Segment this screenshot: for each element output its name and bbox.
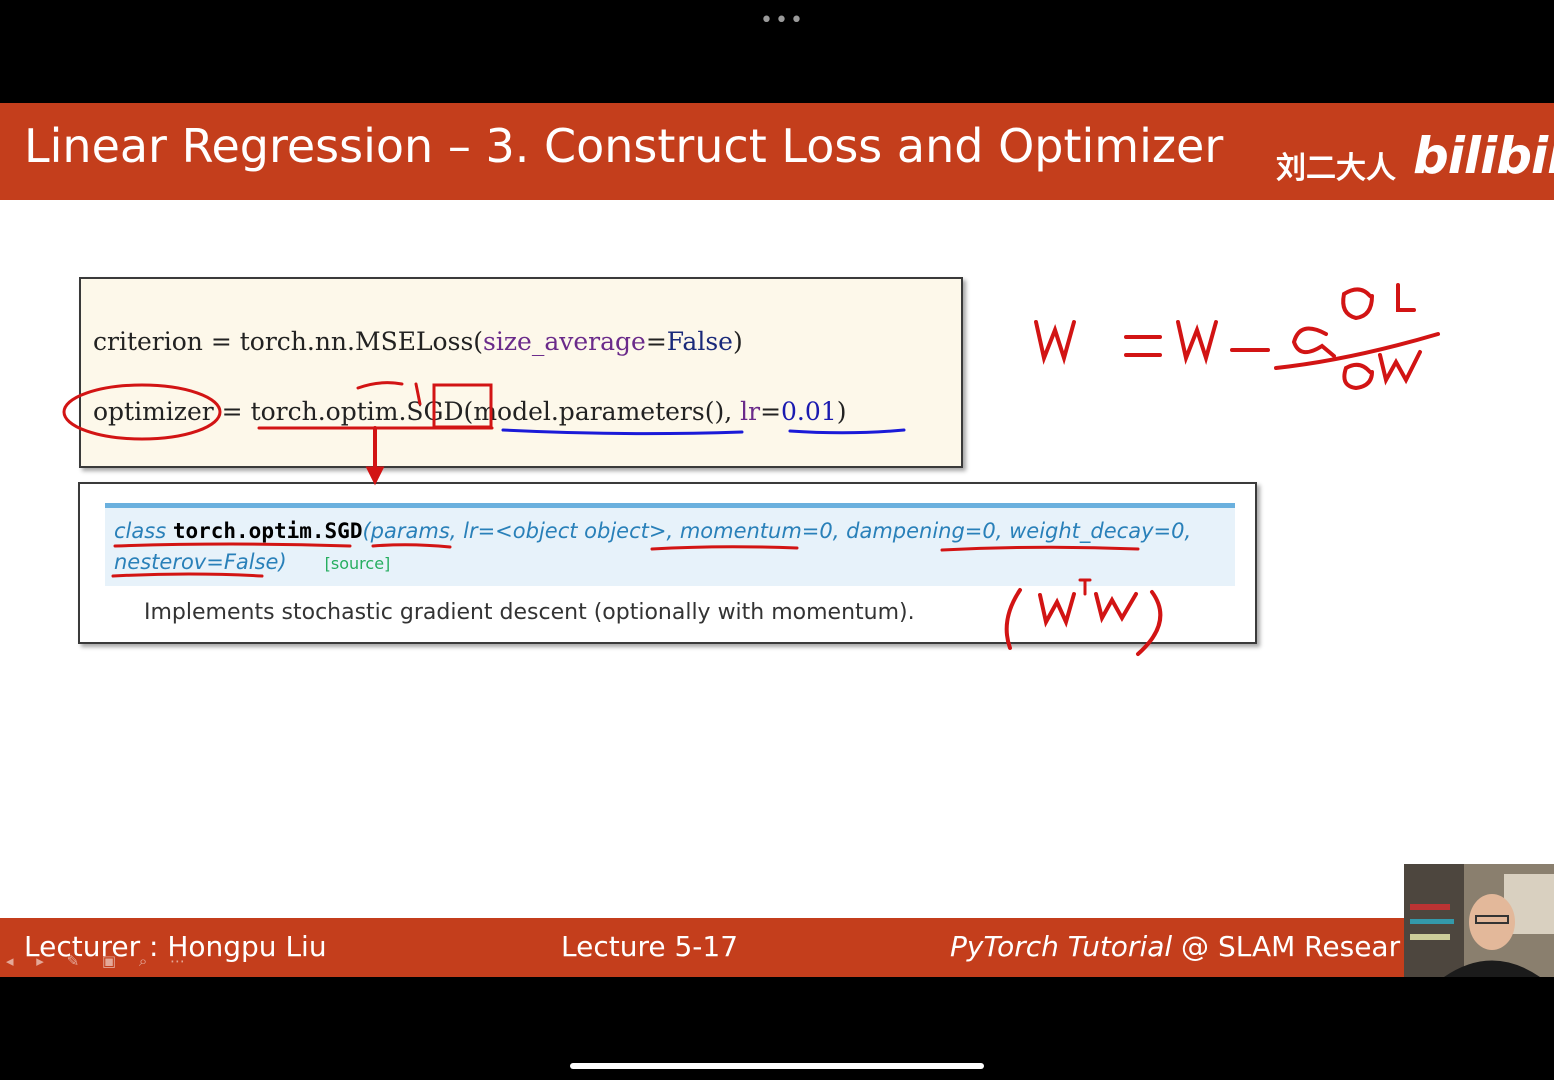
- ink-formula-partial: [1341, 287, 1374, 321]
- ink-wt: [1038, 592, 1076, 628]
- ink-box-sgd: [432, 383, 493, 429]
- ink-circle-optimizer: [62, 383, 222, 441]
- ink-underline-class: [113, 542, 352, 548]
- ink-paren-left: [1004, 588, 1022, 650]
- ink-underline-weight-decay: [940, 545, 1140, 552]
- ink-formula-l: [1396, 283, 1416, 312]
- ink-arrow-head: [365, 466, 385, 486]
- ink-underline-params: [371, 543, 452, 549]
- ink-formula-w2: [1176, 320, 1218, 365]
- ink-underline-lr: [788, 428, 906, 435]
- ink-underline-momentum: [650, 545, 799, 551]
- ink-w: [1094, 592, 1138, 624]
- ink-underline-model-parameters: [501, 428, 744, 436]
- ink-formula-partial2: [1342, 362, 1374, 391]
- ink-formula-w3: [1378, 350, 1422, 386]
- ink-paren-right: [1136, 590, 1163, 656]
- ink-transpose-t: [1078, 578, 1092, 596]
- ink-formula-alpha: [1291, 326, 1336, 358]
- annotation-layer: [62, 283, 1440, 656]
- ink-mark: [356, 381, 404, 390]
- ink-formula-w: [1034, 320, 1076, 365]
- ink-underline-nesterov: [111, 572, 264, 578]
- ink-formula-equals: [1124, 335, 1162, 357]
- home-indicator[interactable]: [570, 1063, 984, 1069]
- ink-mark: [414, 382, 422, 406]
